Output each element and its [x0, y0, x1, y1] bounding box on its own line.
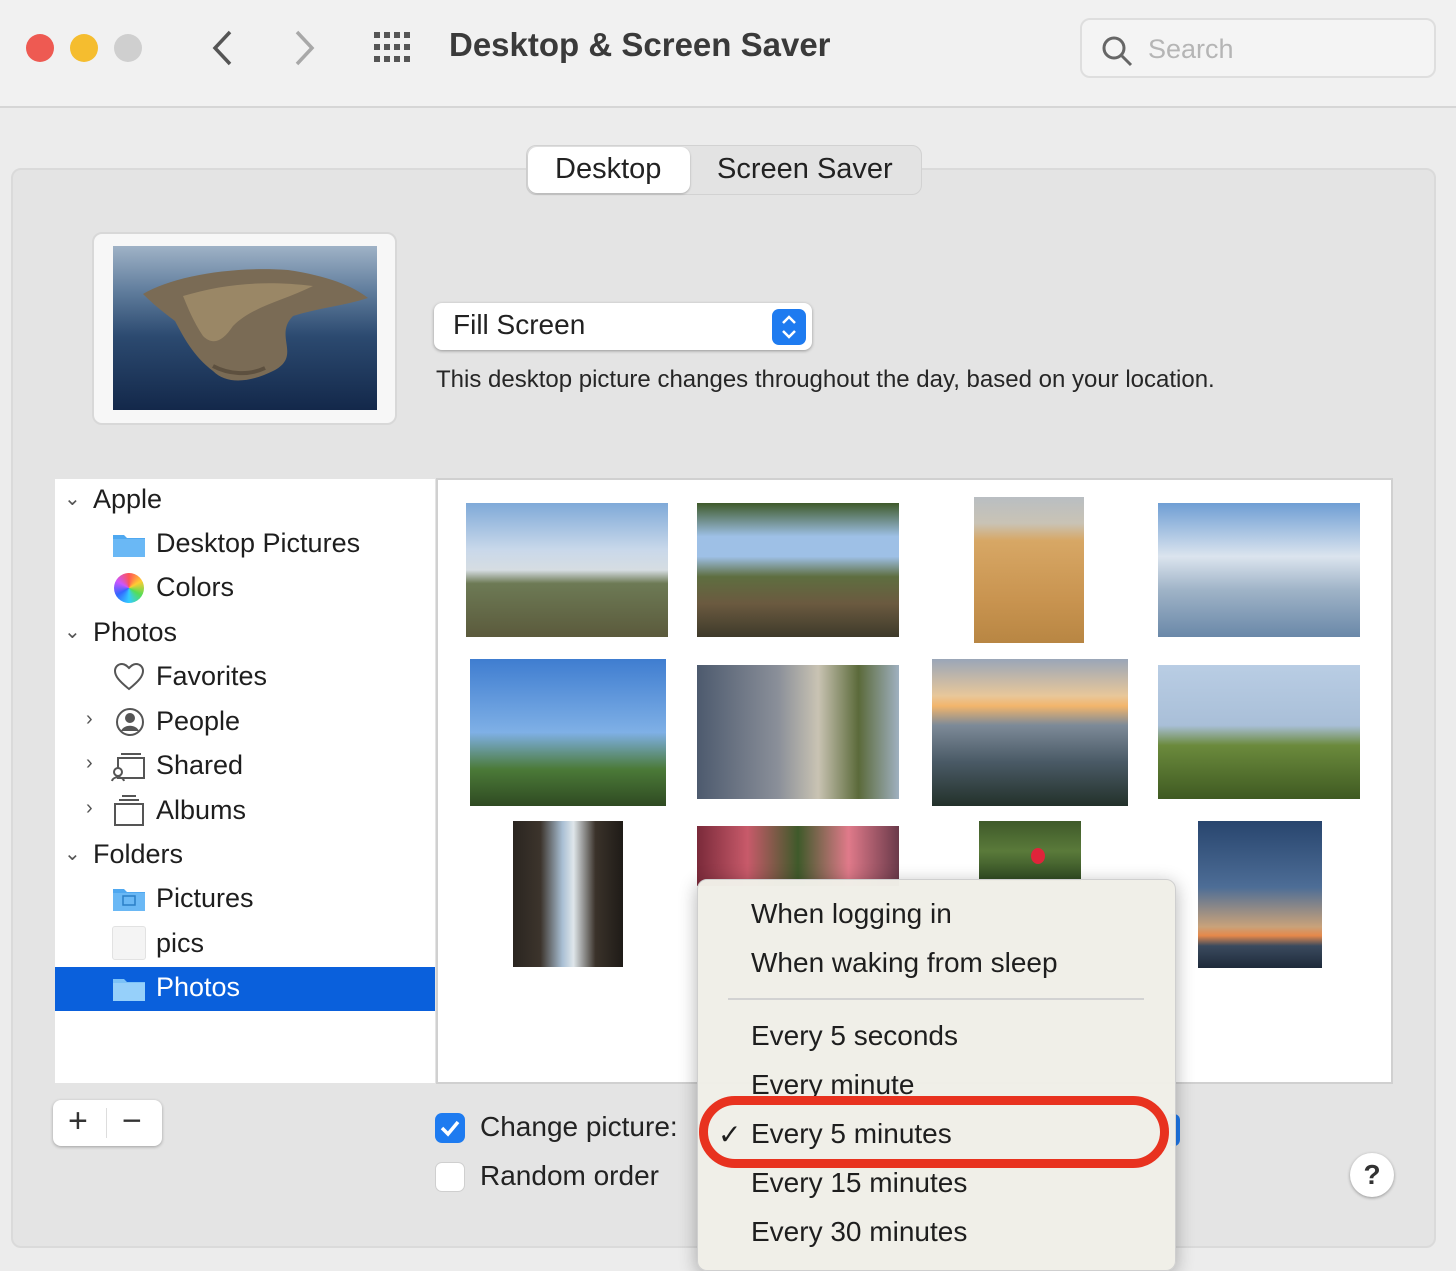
thumbnail-desert-sand[interactable] [974, 497, 1084, 643]
pictures-folder-icon [113, 889, 145, 911]
sidebar-item-pics[interactable]: pics [156, 921, 204, 965]
sidebar-item-photos-folder[interactable]: Photos [156, 965, 240, 1009]
disclosure-right-icon[interactable]: › [86, 797, 93, 820]
menu-item-every-30-minutes[interactable]: Every 30 minutes [751, 1216, 967, 1248]
minimize-button[interactable] [70, 34, 98, 62]
thumbnail-balloon-park[interactable] [979, 821, 1081, 881]
color-wheel-icon [114, 573, 144, 603]
disclosure-right-icon[interactable]: › [86, 708, 93, 731]
thumbnail-seagull-bay[interactable] [1158, 503, 1360, 637]
thumbnail-water-tower[interactable] [470, 659, 666, 806]
thumbnail-flowers[interactable] [697, 826, 899, 886]
thumbnail-sunset-beach[interactable] [932, 659, 1128, 806]
change-picture-checkbox[interactable] [435, 1113, 465, 1143]
disclosure-right-icon[interactable]: › [86, 752, 93, 775]
folder-icon [113, 535, 145, 557]
group-photos[interactable]: Photos [93, 610, 177, 654]
sidebar-item-favorites[interactable]: Favorites [156, 654, 267, 698]
close-button[interactable] [26, 34, 54, 62]
catalina-island-image [113, 246, 377, 410]
blank-folder-icon [112, 926, 146, 960]
random-order-checkbox[interactable] [435, 1162, 465, 1192]
menu-separator [728, 998, 1144, 1000]
group-folders[interactable]: Folders [93, 832, 183, 876]
thumbnail-row-houses[interactable] [697, 665, 899, 799]
back-icon[interactable] [205, 28, 239, 68]
thumbnail-sea-cave[interactable] [513, 821, 623, 967]
popup-arrows-icon[interactable] [772, 309, 806, 345]
sidebar-item-pictures[interactable]: Pictures [156, 876, 254, 920]
sidebar-item-colors[interactable]: Colors [156, 565, 234, 609]
menu-item-every-5-seconds[interactable]: Every 5 seconds [751, 1020, 958, 1052]
change-picture-label: Change picture: [480, 1111, 678, 1142]
sidebar-item-albums[interactable]: Albums [156, 788, 246, 832]
tab-screen-saver[interactable]: Screen Saver [717, 153, 893, 186]
remove-button[interactable]: − [122, 1102, 142, 1141]
balloon-icon [1031, 848, 1045, 864]
menu-item-when-logging-in[interactable]: When logging in [751, 898, 952, 930]
help-button[interactable]: ? [1350, 1153, 1394, 1197]
person-icon [116, 708, 144, 736]
sidebar-item-people[interactable]: People [156, 699, 240, 743]
disclosure-down-icon[interactable]: ⌄ [64, 841, 81, 866]
menu-item-when-waking[interactable]: When waking from sleep [751, 947, 1058, 979]
sidebar-item-desktop-pictures[interactable]: Desktop Pictures [156, 521, 360, 565]
thumbnail-vineyard[interactable] [697, 503, 899, 637]
album-icon [114, 795, 144, 826]
thumbnail-golden-gate-plants[interactable] [1158, 665, 1360, 799]
disclosure-down-icon[interactable]: ⌄ [64, 486, 81, 511]
window-title: Desktop & Screen Saver [449, 26, 831, 63]
disclosure-down-icon[interactable]: ⌄ [64, 619, 81, 644]
heart-icon [113, 662, 145, 691]
menu-item-every-15-minutes[interactable]: Every 15 minutes [751, 1167, 967, 1199]
shared-album-icon [111, 753, 145, 782]
search-icon [1102, 36, 1133, 67]
group-apple[interactable]: Apple [93, 477, 162, 521]
fit-popup-label: Fill Screen [453, 309, 586, 340]
island-shape [143, 269, 368, 381]
zoom-button[interactable] [114, 34, 142, 62]
segment-divider [106, 1108, 107, 1138]
random-order-label: Random order [480, 1160, 659, 1191]
forward-icon[interactable] [288, 28, 322, 68]
thumbnail-garden-landscape[interactable] [466, 503, 668, 637]
folder-icon [113, 979, 145, 1001]
thumbnail-ocean-sunset[interactable] [1198, 821, 1322, 968]
grid-icon[interactable] [372, 30, 416, 66]
search-input[interactable]: Search [1148, 34, 1234, 65]
tab-desktop[interactable]: Desktop [555, 153, 661, 186]
red-highlight-annotation [699, 1096, 1169, 1168]
add-button[interactable]: + [68, 1102, 88, 1141]
sidebar-item-shared[interactable]: Shared [156, 743, 243, 787]
dynamic-description: This desktop picture changes throughout … [436, 366, 1215, 393]
